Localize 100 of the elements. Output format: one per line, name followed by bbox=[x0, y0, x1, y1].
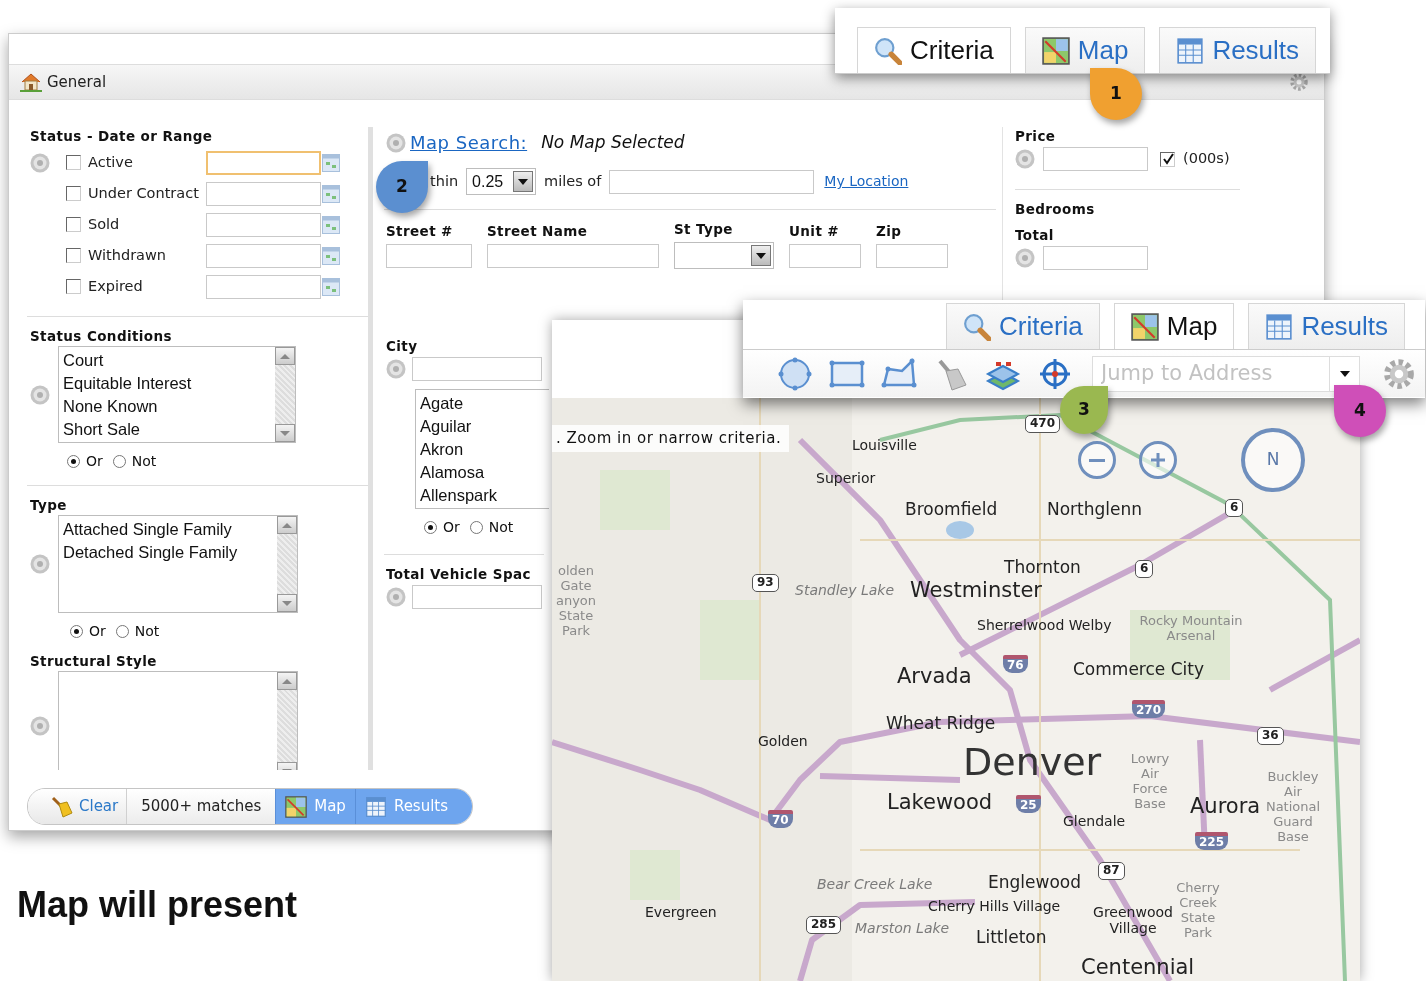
radio-button[interactable] bbox=[115, 625, 129, 638]
place-label: Superior bbox=[816, 470, 876, 487]
place-label: Lakewood bbox=[887, 790, 993, 815]
tab[interactable]: Criteria bbox=[946, 303, 1100, 349]
magnifier-icon bbox=[874, 36, 902, 65]
tab[interactable]: Results bbox=[1248, 303, 1406, 349]
map-search-link[interactable]: Map Search: bbox=[410, 129, 528, 156]
list-box[interactable] bbox=[58, 671, 298, 770]
list-option[interactable]: Attached Single Family bbox=[63, 518, 273, 541]
radius-label: miles of bbox=[544, 171, 602, 191]
route-shield: 6 bbox=[1225, 499, 1244, 517]
text-field[interactable] bbox=[412, 357, 542, 381]
help-icon[interactable] bbox=[1015, 149, 1035, 169]
radio-button[interactable] bbox=[112, 455, 126, 468]
radio-label: Not bbox=[131, 452, 157, 471]
place-label: Broomfield bbox=[905, 500, 998, 520]
field-heading: Price bbox=[1015, 127, 1057, 145]
checkbox-label: Sold bbox=[88, 214, 121, 234]
list-option[interactable]: Akron bbox=[420, 438, 545, 461]
list-option[interactable]: Short Sale bbox=[63, 418, 271, 441]
calendar-icon[interactable] bbox=[322, 153, 340, 172]
radius-dropdown[interactable]: 0.25 bbox=[466, 168, 537, 195]
route-shield: 70 bbox=[768, 810, 793, 828]
dropdown[interactable] bbox=[674, 242, 774, 269]
clear-button[interactable]: Clear bbox=[28, 789, 128, 824]
map-icon bbox=[285, 795, 308, 818]
calendar-icon[interactable] bbox=[322, 246, 340, 265]
field-heading: Bedrooms bbox=[1015, 200, 1096, 218]
text-field[interactable] bbox=[412, 585, 542, 609]
zoom-out-button[interactable] bbox=[1078, 441, 1116, 479]
checkbox[interactable] bbox=[66, 186, 81, 201]
place-label: Denver bbox=[963, 741, 1102, 785]
place-label: Sherrelwood Welby bbox=[977, 617, 1112, 634]
place-label: Louisville bbox=[852, 437, 917, 454]
checkbox[interactable] bbox=[1160, 151, 1175, 167]
radio-label: Not bbox=[134, 622, 160, 641]
text-field[interactable] bbox=[487, 243, 659, 268]
help-icon[interactable] bbox=[30, 716, 50, 736]
text-field[interactable] bbox=[1043, 147, 1148, 171]
place-label: Golden bbox=[758, 733, 808, 750]
radio-button[interactable] bbox=[67, 455, 80, 468]
map-icon bbox=[1041, 36, 1070, 65]
lake-label: Bear Creek Lake bbox=[817, 876, 933, 893]
help-icon[interactable] bbox=[386, 132, 406, 153]
text-field[interactable] bbox=[789, 243, 861, 268]
help-icon[interactable] bbox=[30, 384, 50, 405]
zoom-in-button[interactable] bbox=[1139, 441, 1177, 479]
checkbox[interactable] bbox=[66, 248, 81, 263]
my-location-link[interactable]: My Location bbox=[824, 171, 909, 192]
tab[interactable]: Criteria bbox=[857, 27, 1011, 73]
help-icon[interactable] bbox=[30, 153, 50, 173]
help-icon[interactable] bbox=[1015, 248, 1035, 268]
text-field[interactable] bbox=[876, 243, 948, 268]
radio-button[interactable] bbox=[70, 625, 83, 638]
list-box[interactable]: Agate Aguilar Akron Alamosa Allenspark bbox=[415, 389, 549, 509]
tab[interactable]: Results bbox=[1159, 27, 1317, 73]
text-field[interactable] bbox=[386, 243, 472, 268]
text-field[interactable] bbox=[206, 181, 321, 206]
list-option[interactable]: Allenspark bbox=[420, 484, 545, 507]
place-label: Northglenn bbox=[1047, 500, 1143, 520]
field-heading: Street Name bbox=[487, 221, 589, 240]
list-option[interactable]: Agate bbox=[420, 392, 545, 415]
checkbox[interactable] bbox=[66, 217, 81, 232]
place-label: Thornton bbox=[1004, 558, 1081, 578]
broom-icon bbox=[50, 794, 74, 819]
list-box[interactable]: Attached Single Family Detached Single Family bbox=[58, 515, 298, 613]
settings-icon[interactable] bbox=[1382, 356, 1416, 391]
tab[interactable]: Map bbox=[1024, 27, 1146, 73]
list-box[interactable]: Court Equitable Interest None Known Short Sale bbox=[58, 346, 296, 443]
text-field[interactable] bbox=[206, 150, 321, 175]
text-field[interactable] bbox=[206, 212, 321, 237]
list-option[interactable]: Alamosa bbox=[420, 461, 545, 484]
step-callout: 4 bbox=[1334, 385, 1386, 437]
route-shield: 6 bbox=[1135, 560, 1154, 578]
list-option[interactable]: Equitable Interest bbox=[63, 372, 271, 395]
radio-button[interactable] bbox=[424, 521, 437, 534]
radio-button[interactable] bbox=[469, 521, 483, 534]
list-option[interactable]: None Known bbox=[63, 395, 271, 418]
checkbox[interactable] bbox=[66, 279, 81, 294]
help-icon[interactable] bbox=[386, 587, 406, 607]
text-field[interactable] bbox=[1043, 246, 1148, 270]
help-icon[interactable] bbox=[30, 554, 50, 574]
checkbox[interactable] bbox=[66, 155, 81, 170]
list-option[interactable]: Court bbox=[63, 349, 271, 372]
text-field[interactable] bbox=[609, 169, 815, 194]
list-option[interactable]: Aguilar bbox=[420, 415, 545, 438]
circle-tool-icon[interactable] bbox=[776, 356, 814, 391]
calendar-icon[interactable] bbox=[322, 277, 340, 296]
calendar-icon[interactable] bbox=[322, 184, 340, 203]
text-field[interactable] bbox=[206, 243, 321, 268]
field-heading: St Type bbox=[674, 220, 734, 238]
route-shield: 270 bbox=[1132, 700, 1166, 718]
help-icon[interactable] bbox=[386, 359, 406, 379]
radio-label: Or bbox=[89, 622, 106, 641]
compass-control[interactable]: N bbox=[1241, 428, 1305, 492]
tab[interactable]: Map bbox=[1113, 303, 1235, 349]
park-label: Rocky Mountain Arsenal bbox=[1138, 614, 1244, 644]
list-option[interactable]: Detached Single Family bbox=[63, 541, 273, 564]
calendar-icon[interactable] bbox=[322, 215, 340, 234]
text-field[interactable] bbox=[206, 274, 321, 299]
